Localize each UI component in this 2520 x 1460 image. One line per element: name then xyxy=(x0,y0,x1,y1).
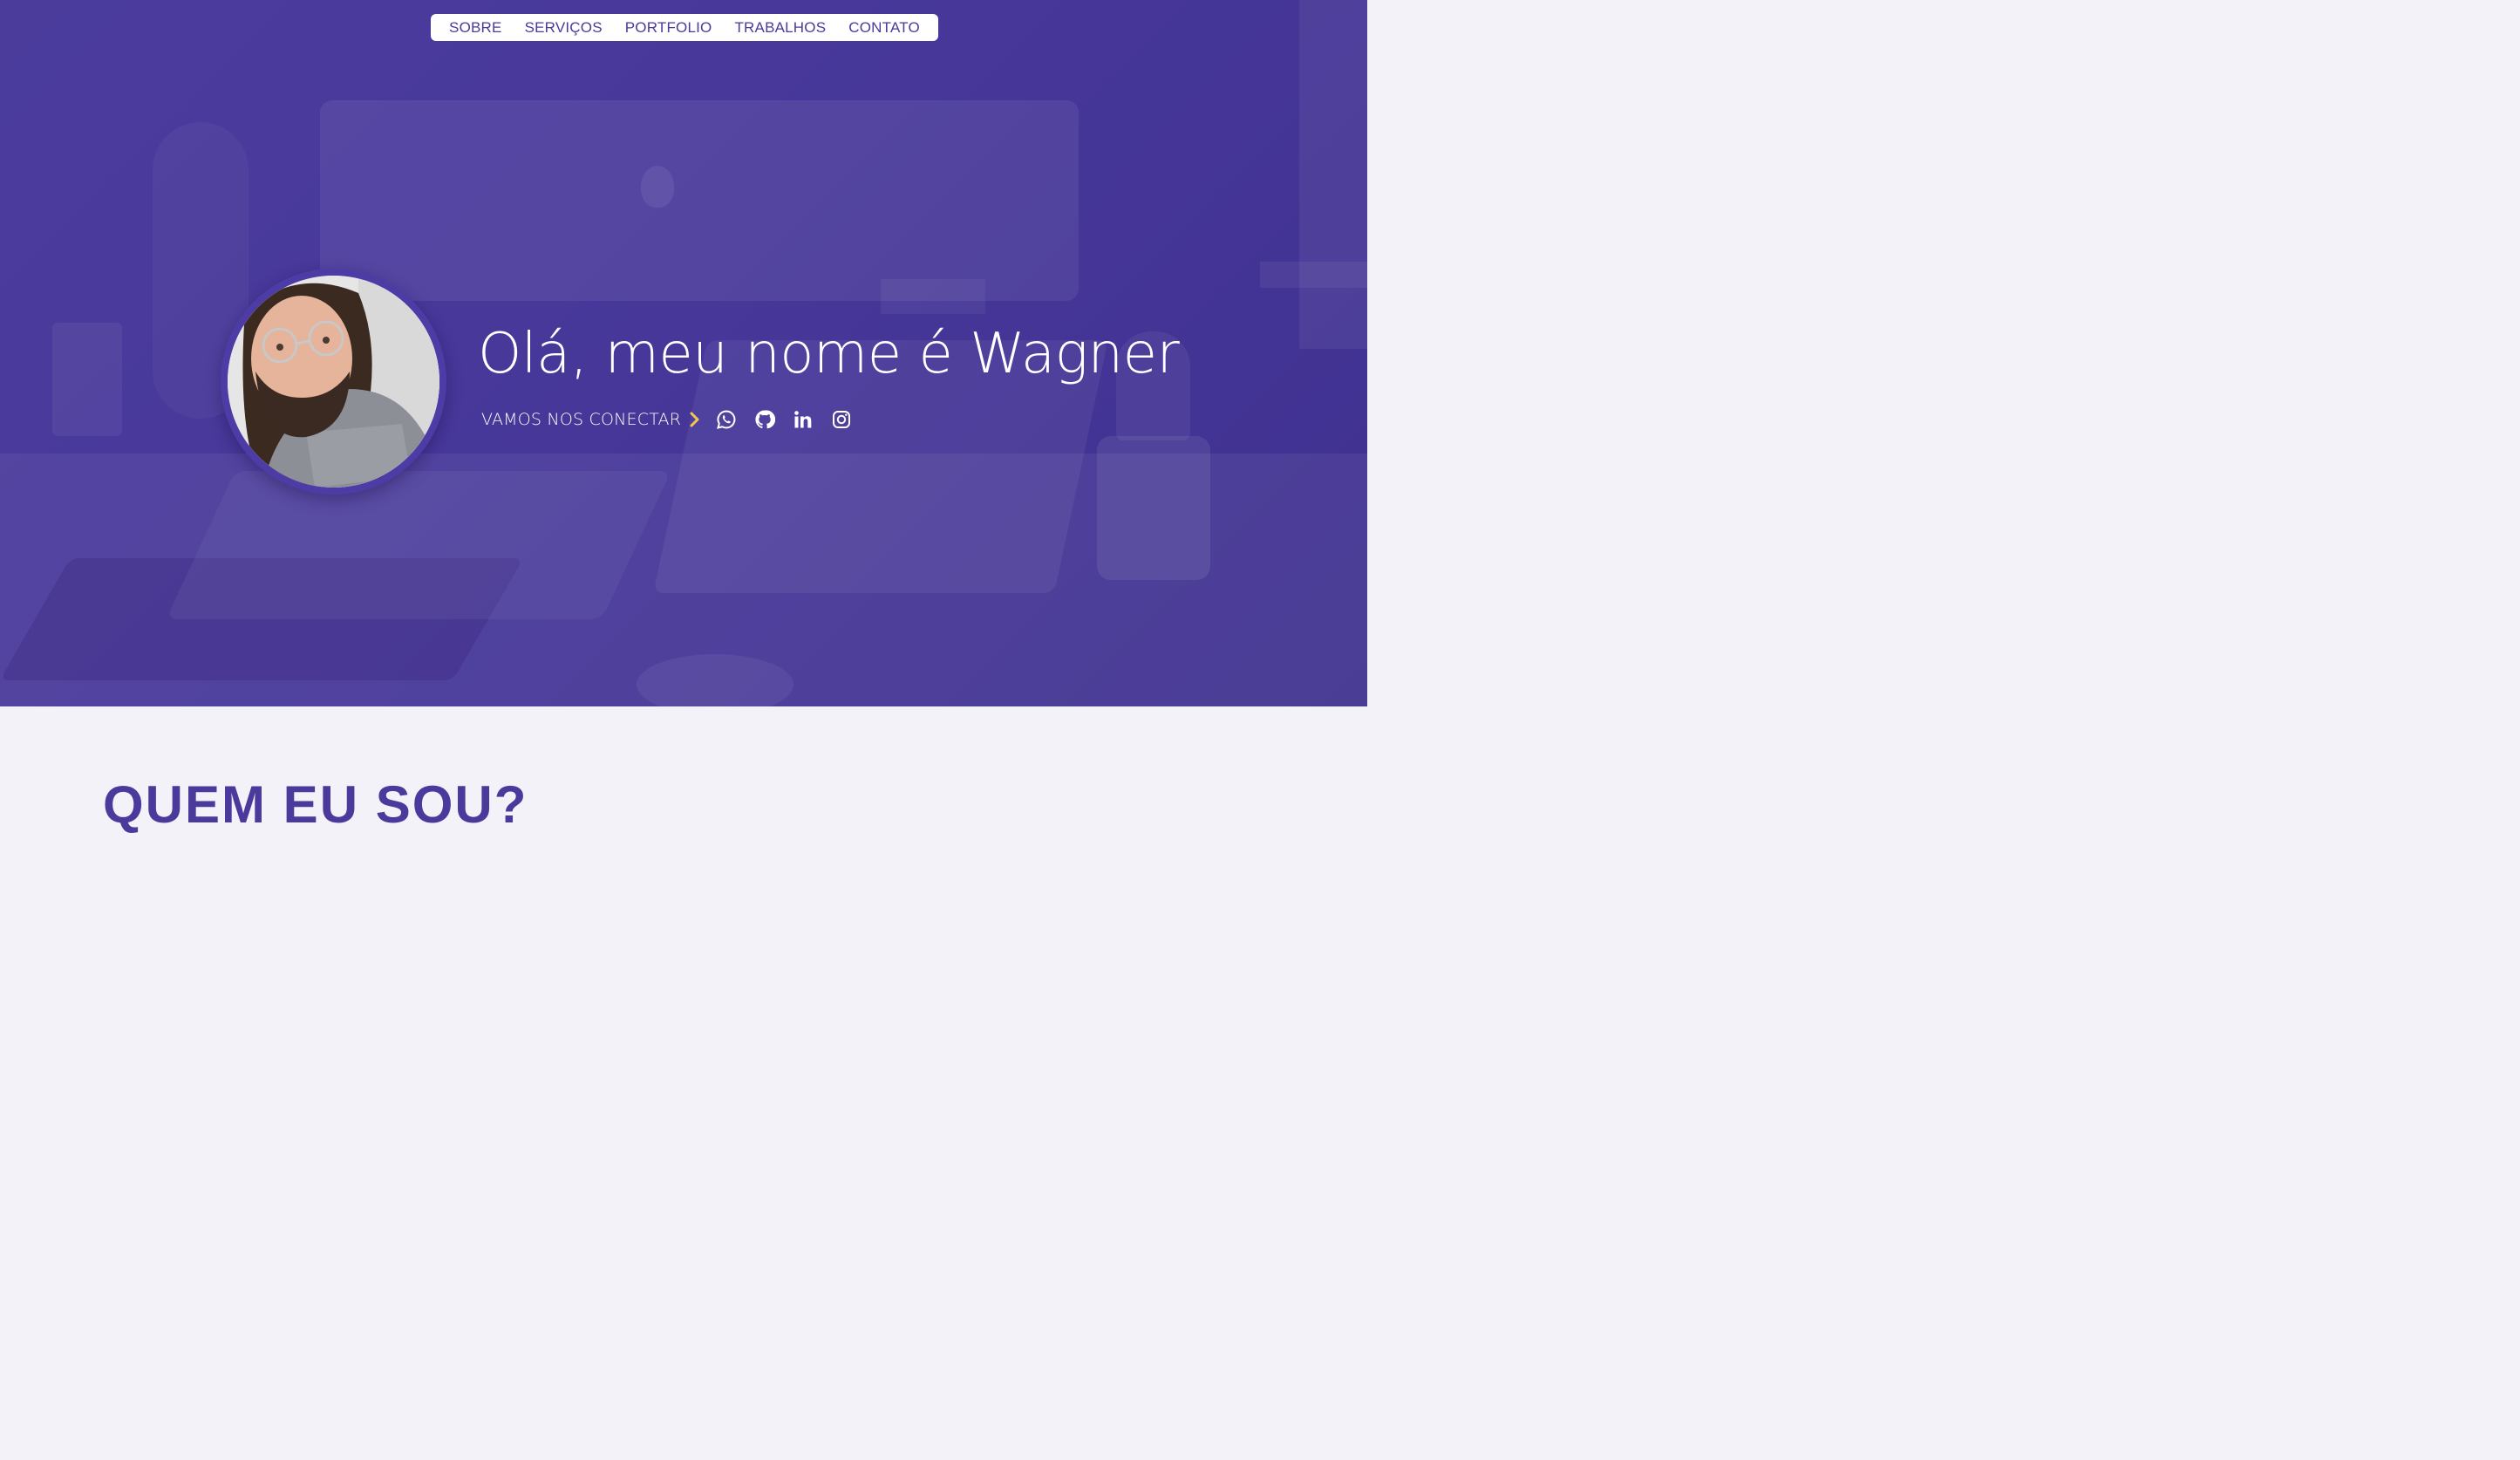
linkedin-icon[interactable] xyxy=(793,409,814,430)
background-keyboard xyxy=(166,471,671,619)
nav-item-sobre[interactable]: SOBRE xyxy=(449,19,502,37)
connect-label: VAMOS NOS CONECTAR xyxy=(481,410,682,429)
top-navigation: SOBRE SERVIÇOS PORTFOLIO TRABALHOS CONTA… xyxy=(431,14,938,41)
avatar xyxy=(228,276,439,488)
background-device xyxy=(1299,0,1367,349)
chevron-right-icon xyxy=(690,412,700,427)
background-monitor xyxy=(320,100,1079,301)
instagram-icon[interactable] xyxy=(831,409,852,430)
hero-section: SOBRE SERVIÇOS PORTFOLIO TRABALHOS CONTA… xyxy=(0,0,1367,706)
background-monitor-stand xyxy=(881,279,985,314)
nav-item-trabalhos[interactable]: TRABALHOS xyxy=(734,19,826,37)
background-apple-logo xyxy=(641,166,674,208)
about-section-title: QUEM EU SOU? xyxy=(103,775,528,834)
github-icon[interactable] xyxy=(754,409,776,430)
profile-photo xyxy=(228,276,439,488)
connect-row: VAMOS NOS CONECTAR xyxy=(481,406,852,433)
nav-item-portfolio[interactable]: PORTFOLIO xyxy=(625,19,712,37)
background-pen-cup xyxy=(52,323,122,436)
background-shelf xyxy=(1260,262,1367,288)
background-lamp xyxy=(1097,436,1210,580)
nav-item-contato[interactable]: CONTATO xyxy=(848,19,920,37)
social-links xyxy=(716,409,852,430)
whatsapp-icon[interactable] xyxy=(716,409,737,430)
nav-item-servicos[interactable]: SERVIÇOS xyxy=(525,19,603,37)
hero-headline: Olá, meu nome é Wagner xyxy=(478,322,1180,386)
